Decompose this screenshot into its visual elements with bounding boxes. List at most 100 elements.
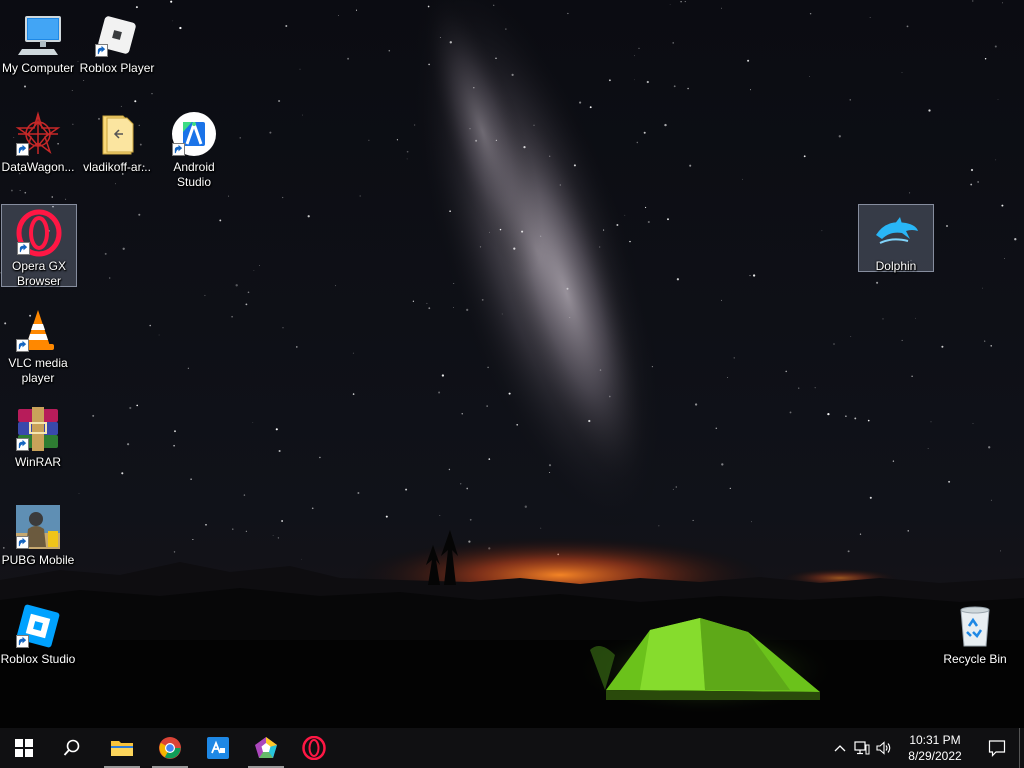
volume-button[interactable] [873, 728, 895, 768]
star [549, 155, 551, 157]
star [516, 423, 519, 426]
star [845, 415, 847, 417]
star [651, 366, 653, 368]
taskbar-chrome[interactable] [146, 728, 194, 768]
star [906, 25, 909, 28]
star [647, 220, 650, 224]
star [413, 124, 416, 126]
star [909, 192, 911, 194]
desktop-icon-pubg-mobile[interactable]: PUBG Mobile [0, 498, 76, 569]
star [352, 352, 354, 354]
star [311, 507, 314, 510]
star [355, 9, 358, 11]
star [892, 460, 895, 462]
desktop-icon-datawagon[interactable]: DataWagon... [0, 105, 76, 176]
star [121, 472, 124, 475]
search-icon [63, 739, 80, 756]
desktop-icon-vlc[interactable]: VLC media player [0, 301, 76, 387]
show-hidden-icons-button[interactable] [829, 728, 851, 768]
desktop-icon-vladikoff-folder[interactable]: vladikoff-ar... [79, 105, 155, 176]
star [347, 57, 350, 60]
star [672, 42, 674, 44]
chevron-up-icon [834, 745, 846, 752]
star [301, 558, 302, 560]
star [901, 339, 903, 341]
desktop-icon-dolphin[interactable]: Dolphin [858, 204, 934, 273]
star [192, 538, 194, 541]
star [235, 284, 238, 287]
taskbar-pentagon-app[interactable] [242, 728, 290, 768]
star [838, 135, 841, 138]
star [252, 422, 254, 423]
star [673, 85, 676, 88]
desktop-icon-opera-gx[interactable]: Opera GX Browser [1, 204, 77, 288]
star [664, 123, 667, 127]
desktop-icon-roblox-studio[interactable]: Roblox Studio [0, 597, 76, 668]
desktop-icon-recycle-bin[interactable]: Recycle Bin [937, 597, 1013, 668]
star [589, 106, 592, 109]
desktop-icon-android-studio[interactable]: Android Studio [156, 105, 232, 191]
star [232, 528, 234, 530]
shortcut-arrow-icon [172, 143, 185, 156]
star [278, 99, 281, 103]
star [439, 37, 441, 38]
star [475, 139, 478, 142]
shortcut-arrow-icon [16, 143, 29, 156]
star [412, 300, 415, 302]
star [721, 299, 722, 301]
taskbar-opera[interactable] [290, 728, 338, 768]
star [720, 7, 722, 9]
star [752, 274, 756, 277]
star [941, 345, 944, 348]
star [988, 446, 991, 449]
show-desktop-button[interactable] [1019, 728, 1024, 768]
star [687, 87, 689, 90]
star [10, 189, 13, 192]
folder-icon [102, 115, 134, 155]
star [741, 178, 743, 180]
star [567, 12, 569, 15]
star [689, 164, 692, 167]
star [149, 324, 151, 327]
star [982, 287, 983, 289]
star [65, 198, 67, 200]
star [138, 213, 141, 216]
taskbar-file-explorer[interactable] [98, 728, 146, 768]
taskbar-store[interactable] [194, 728, 242, 768]
star [747, 59, 750, 62]
network-button[interactable] [851, 728, 873, 768]
start-button[interactable] [0, 728, 48, 768]
action-center-button[interactable] [975, 728, 1019, 768]
star [296, 346, 298, 348]
desktop-icon-roblox-player[interactable]: Roblox Player [79, 6, 155, 77]
shortcut-arrow-icon [16, 438, 29, 451]
star [645, 206, 647, 209]
star [307, 215, 310, 218]
star [833, 343, 835, 345]
star [849, 99, 851, 101]
star [930, 421, 932, 423]
notification-icon [988, 740, 1006, 757]
desktop-icon-winrar[interactable]: WinRAR [0, 400, 76, 471]
star [282, 327, 284, 329]
star [247, 291, 250, 294]
star [608, 79, 611, 82]
search-button[interactable] [48, 728, 96, 768]
star [751, 521, 752, 523]
star [599, 369, 602, 371]
shortcut-arrow-icon [17, 242, 30, 255]
star [505, 28, 507, 30]
desktop-icon-my-computer[interactable]: My Computer [0, 6, 76, 77]
star [859, 533, 862, 535]
star [335, 285, 337, 287]
star [847, 550, 850, 553]
star [727, 377, 728, 378]
star [901, 72, 903, 73]
star [259, 265, 260, 266]
shortcut-arrow-icon [16, 536, 29, 549]
star [721, 463, 724, 466]
star [172, 20, 174, 22]
clock[interactable]: 10:31 PM 8/29/2022 [895, 732, 975, 764]
star [173, 444, 175, 447]
desktop-icon-label: Opera GX Browser [11, 259, 67, 288]
